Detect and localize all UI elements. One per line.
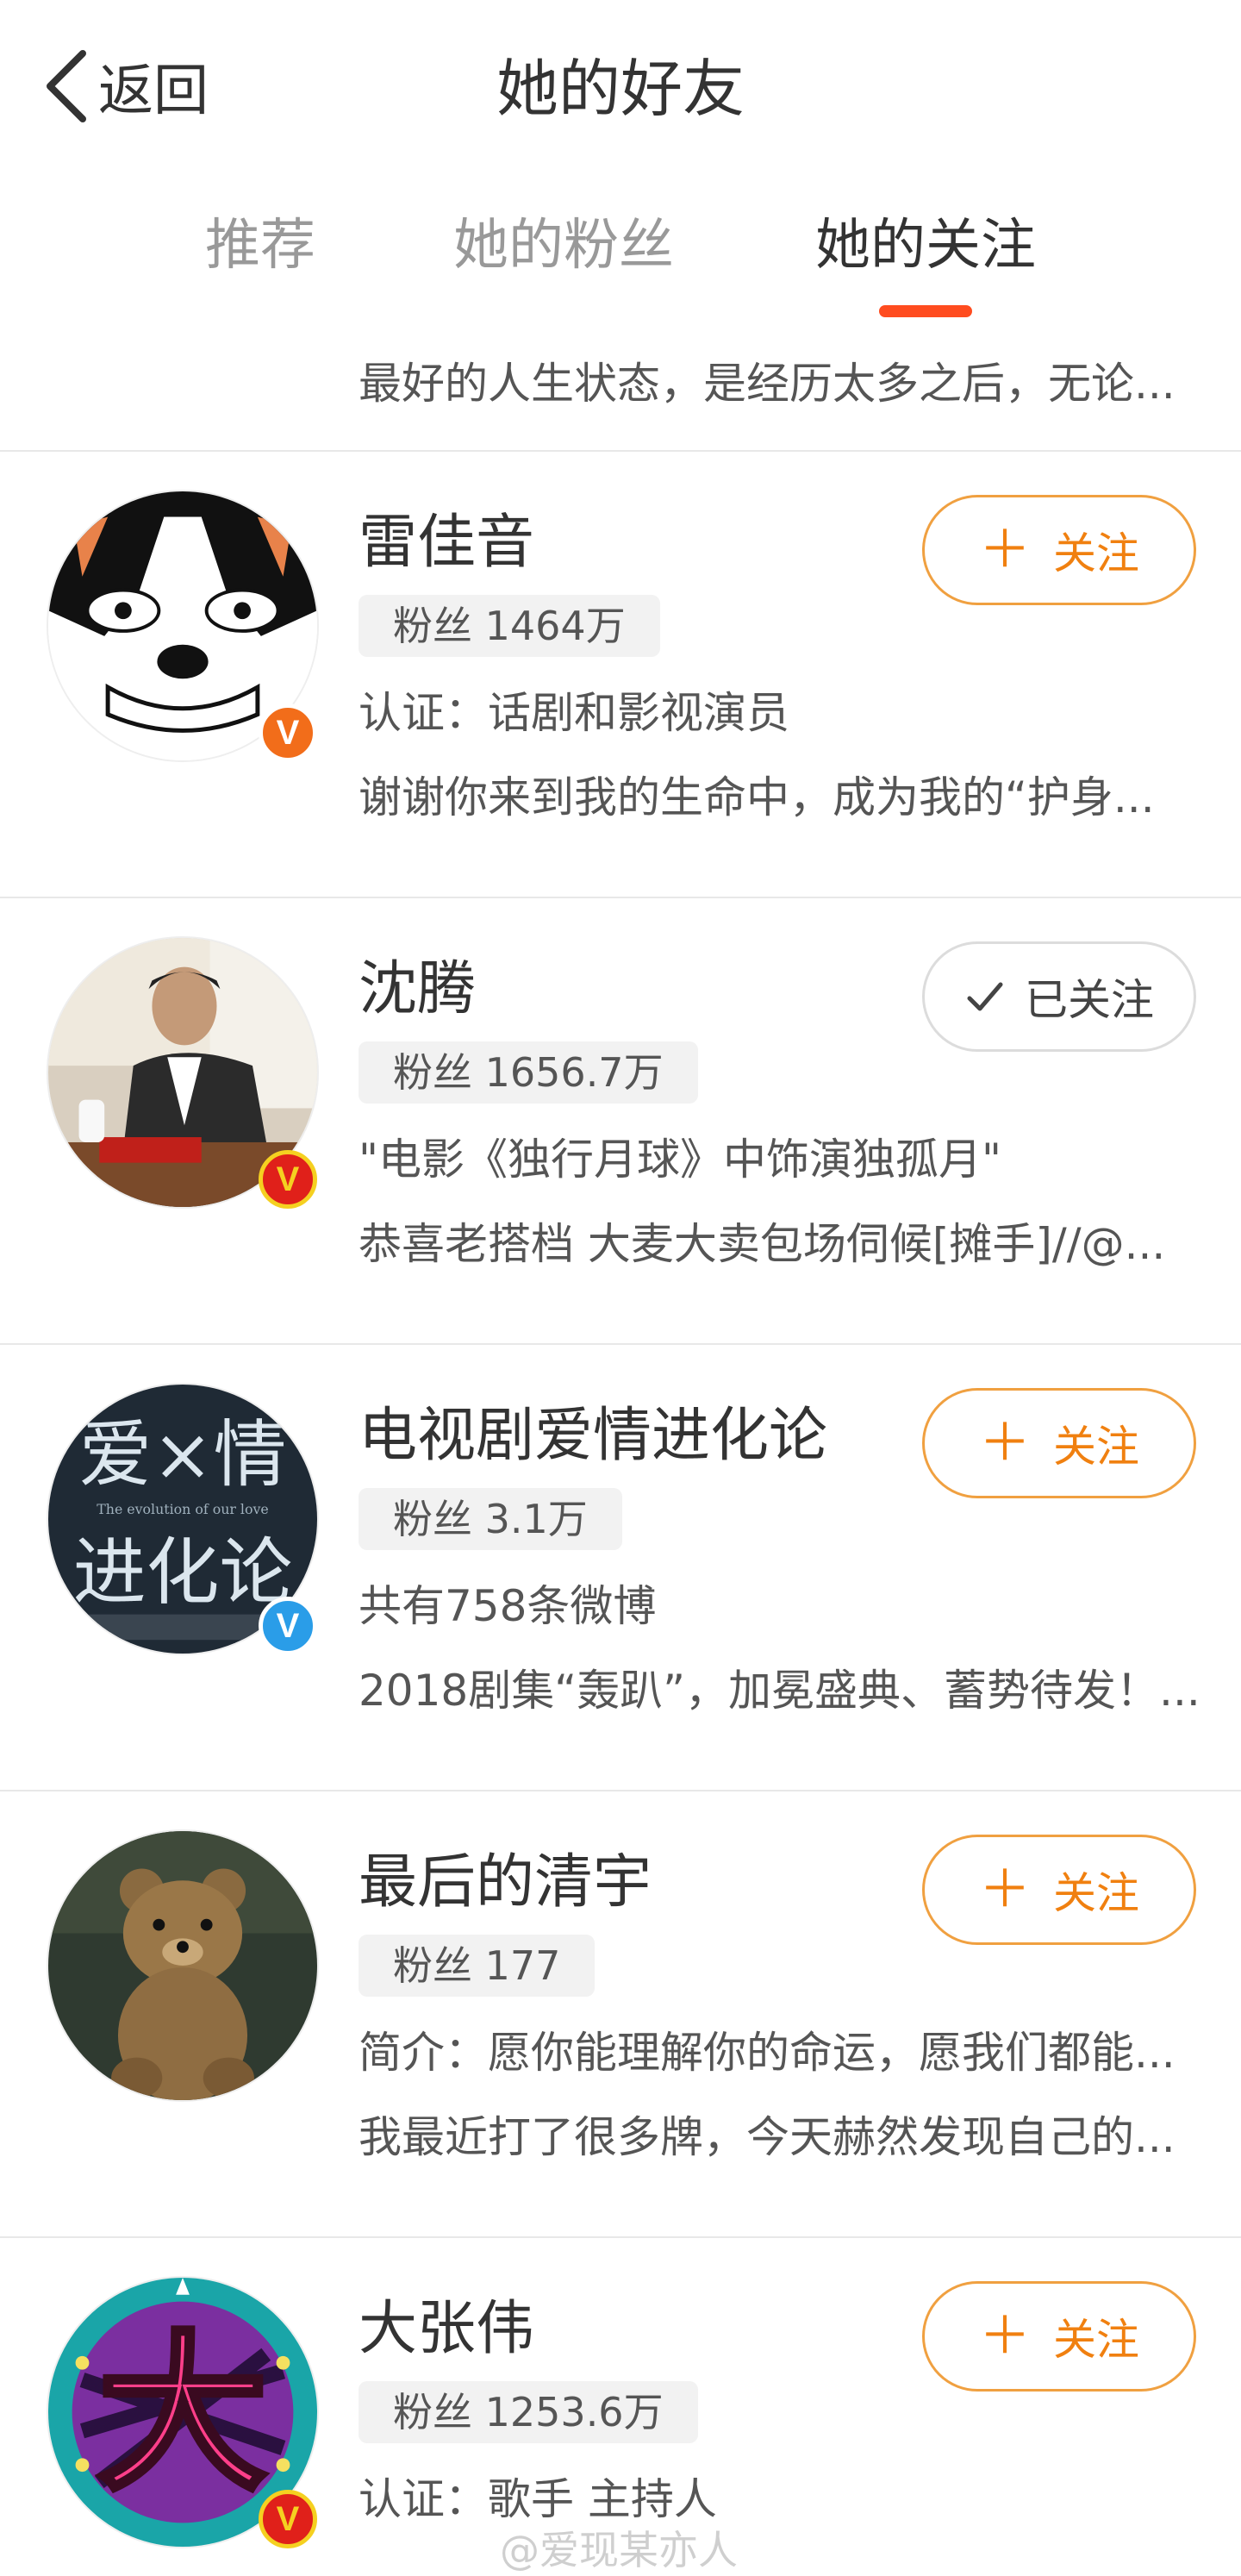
latest-post-snippet: 谢谢你来到我的生命中，成为我的“护身... <box>359 772 1155 822</box>
svg-text:The evolution of our love: The evolution of our love <box>97 1501 268 1517</box>
checkmark-icon <box>967 982 1003 1011</box>
user-name[interactable]: 大张伟 <box>359 2286 534 2373</box>
avatar[interactable]: 爱×情 The evolution of our love 进化论 V <box>47 1383 319 1655</box>
user-name[interactable]: 最后的清宇 <box>359 1840 652 1926</box>
user-verification: 认证：歌手 主持人 <box>359 2474 717 2524</box>
latest-post-snippet: 我最近打了很多牌，今天赫然发现自己的... <box>359 2112 1176 2162</box>
fans-count-badge: 粉丝 177 <box>359 1935 596 1997</box>
fans-count-badge: 粉丝 1656.7万 <box>359 1041 698 1104</box>
follow-button[interactable]: ＋ 关注 <box>922 495 1196 605</box>
active-tab-indicator <box>879 305 972 317</box>
plus-icon: ＋ <box>979 1413 1031 1473</box>
plus-icon: ＋ <box>979 2306 1031 2367</box>
follow-button-label: 关注 <box>1053 2315 1139 2365</box>
verified-badge-icon: V <box>259 703 317 762</box>
user-bio: 简介：愿你能理解你的命运，愿我们都能... <box>359 2028 1176 2078</box>
tab-recommend[interactable]: 推荐 <box>205 190 315 302</box>
user-post-count: 共有758条微博 <box>359 1581 657 1631</box>
watermark: @爱现某亦人 <box>500 2527 738 2573</box>
latest-post-snippet: 2018剧集“轰趴”，加冕盛典、蓄势待发！... <box>359 1666 1200 1716</box>
user-verification: "电影《独行月球》中饰演独孤月" <box>359 1135 1001 1185</box>
latest-post-snippet: 恭喜老搭档 大麦大卖包场伺候[摊手]//@... <box>359 1219 1166 1269</box>
page-title: 她的好友 <box>496 53 745 125</box>
user-verification: 认证：话剧和影视演员 <box>359 688 789 738</box>
list-item[interactable]: V 雷佳音 粉丝 1464万 认证：话剧和影视演员 谢谢你来到我的生命中，成为我… <box>0 452 1241 897</box>
verified-badge-icon: V <box>259 1150 317 1209</box>
follow-button-label: 已关注 <box>1025 975 1154 1025</box>
svg-text:进化论: 进化论 <box>73 1530 293 1616</box>
plus-icon: ＋ <box>979 520 1031 580</box>
verified-badge-icon: V <box>259 2490 317 2548</box>
list-item[interactable]: 最后的清宇 粉丝 177 简介：愿你能理解你的命运，愿我们都能... 我最近打了… <box>0 1791 1241 2236</box>
page: 返回 她的好友 推荐 她的粉丝 她的关注 最好的人生状态，是经历太多之后，无论.… <box>0 0 1241 2576</box>
nav-bar: 返回 她的好友 <box>0 0 1241 172</box>
avatar[interactable]: V <box>47 490 319 762</box>
list-item[interactable]: V 沈腾 粉丝 1656.7万 "电影《独行月球》中饰演独孤月" 恭喜老搭档 大… <box>0 898 1241 1343</box>
user-name[interactable]: 电视剧爱情进化论 <box>359 1393 827 1479</box>
avatar[interactable]: 大 V <box>47 2276 319 2548</box>
following-button[interactable]: 已关注 <box>922 941 1196 1052</box>
list-item-snippet: 最好的人生状态，是经历太多之后，无论... <box>359 359 1176 409</box>
follow-button[interactable]: ＋ 关注 <box>922 1388 1196 1498</box>
svg-text:爱×情: 爱×情 <box>79 1413 287 1498</box>
user-name[interactable]: 沈腾 <box>359 947 476 1033</box>
follow-button-label: 关注 <box>1053 528 1139 578</box>
follow-button-label: 关注 <box>1053 1422 1139 1472</box>
avatar[interactable]: V <box>47 936 319 1209</box>
fans-count-badge: 粉丝 1253.6万 <box>359 2381 698 2443</box>
fans-count-badge: 粉丝 1464万 <box>359 595 660 657</box>
tab-her-following[interactable]: 她的关注 <box>815 190 1036 302</box>
user-name[interactable]: 雷佳音 <box>359 500 534 586</box>
fans-count-badge: 粉丝 3.1万 <box>359 1488 622 1550</box>
tab-bar: 推荐 她的粉丝 她的关注 <box>0 190 1241 319</box>
follow-button-label: 关注 <box>1053 1868 1139 1918</box>
verified-badge-icon: V <box>259 1597 317 1655</box>
tab-her-fans[interactable]: 她的粉丝 <box>453 190 674 302</box>
teddy-bear-avatar-icon <box>48 1831 317 2100</box>
svg-text:大: 大 <box>97 2316 267 2514</box>
follow-button[interactable]: ＋ 关注 <box>922 2281 1196 2392</box>
avatar[interactable] <box>47 1829 319 2102</box>
follow-button[interactable]: ＋ 关注 <box>922 1835 1196 1945</box>
list-item[interactable]: 爱×情 The evolution of our love 进化论 V 电视剧爱… <box>0 1345 1241 1790</box>
plus-icon: ＋ <box>979 1860 1031 1920</box>
